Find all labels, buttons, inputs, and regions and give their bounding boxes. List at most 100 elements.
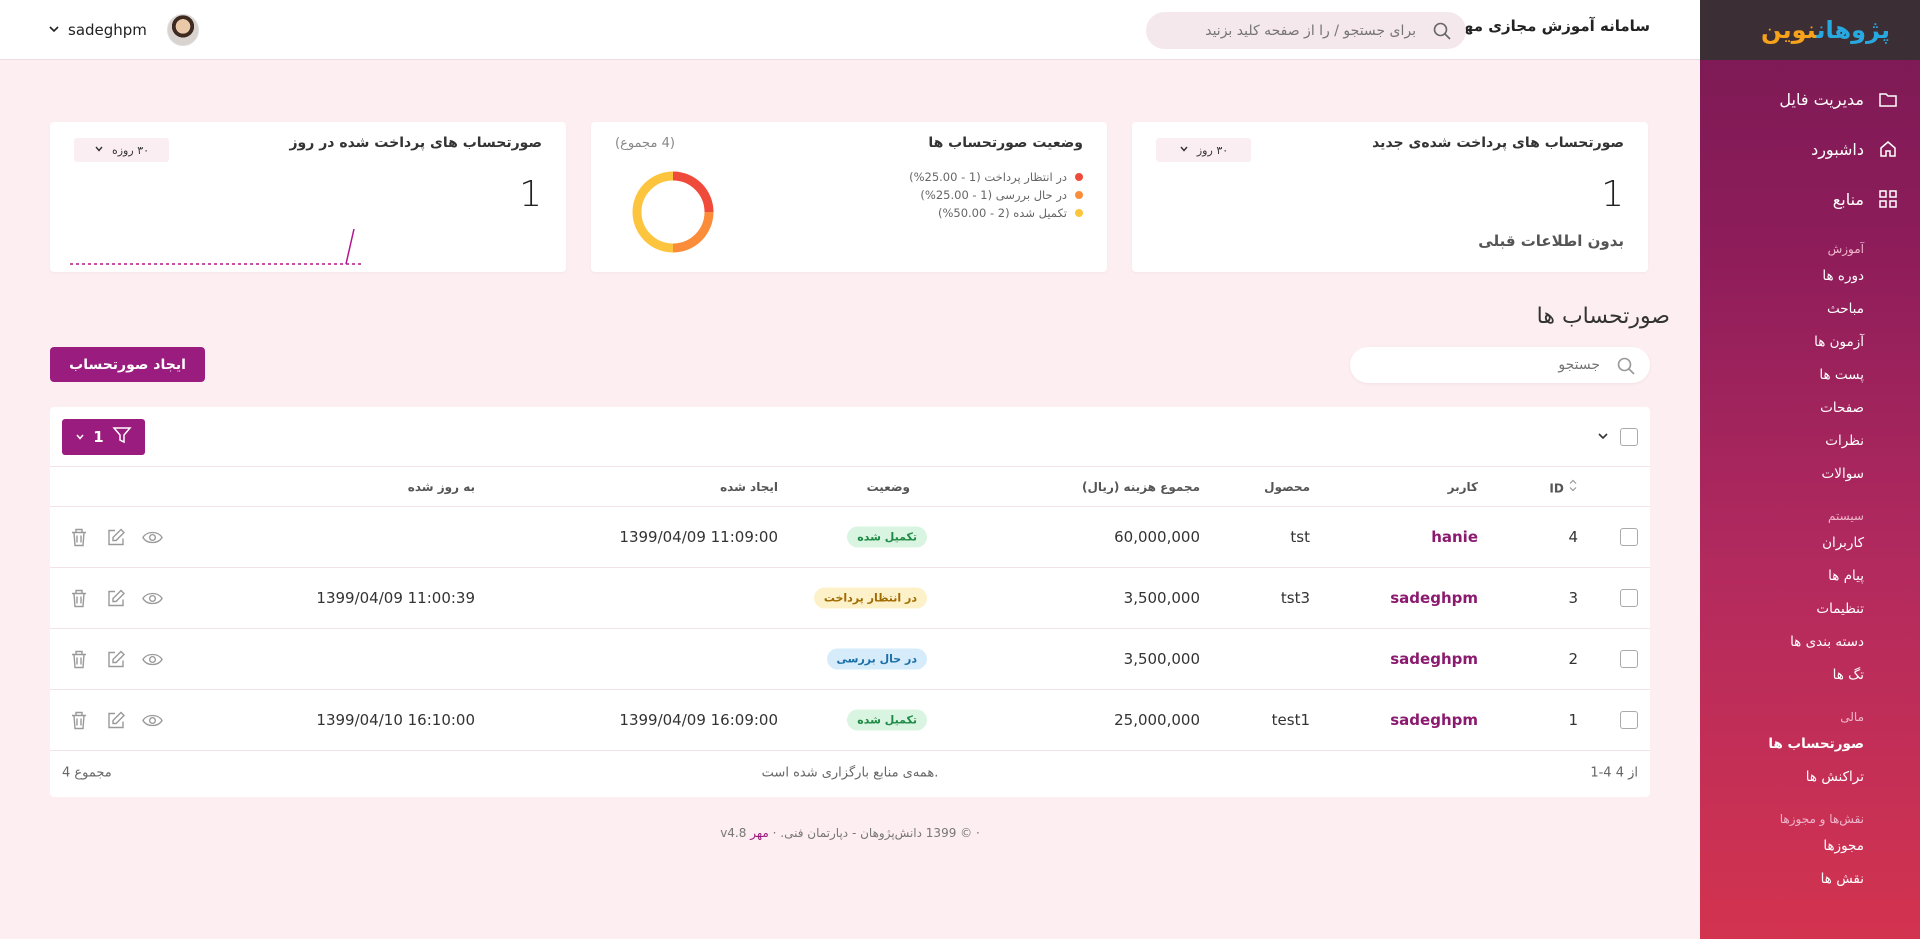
sidebar-item[interactable]: پیام ها (1700, 560, 1920, 593)
card-value: 1 (1601, 174, 1624, 215)
sidebar-item[interactable]: نظرات (1700, 425, 1920, 458)
filter-button[interactable]: 1 (62, 419, 145, 455)
cell-product: test1 (1271, 711, 1310, 729)
avatar (166, 14, 199, 46)
edit-icon[interactable] (105, 649, 126, 670)
edit-icon[interactable] (105, 527, 126, 548)
col-header-product[interactable]: محصول (1264, 480, 1310, 494)
sidebar-group-title: آموزش (1827, 242, 1864, 256)
search-icon[interactable] (1432, 21, 1452, 45)
top-header: سامانه آموزش مجازی مهر sadeghpm (0, 0, 1700, 60)
sidebar-item-label: مدیریت فایل (1779, 89, 1864, 109)
cell-created: 1399/04/09 11:09:00 (619, 528, 778, 546)
sidebar-item[interactable]: تنظیمات (1700, 593, 1920, 626)
col-header-id[interactable]: ID (1549, 478, 1578, 495)
logo[interactable]: پژوهاننوین (1700, 0, 1920, 60)
trash-icon[interactable] (68, 710, 89, 731)
sidebar-item[interactable]: صورتحساب ها (1700, 728, 1920, 761)
legend-dot (1075, 209, 1083, 217)
sidebar-item-label: منابع (1832, 189, 1864, 209)
page-footer: · © 1399 دانش‌پژوهان - دپارتمان فنی. · م… (0, 826, 1700, 840)
sidebar-group-title: نقش‌ها و مجوزها (1779, 812, 1864, 826)
sidebar-item[interactable]: مجوزها (1700, 830, 1920, 863)
edit-icon[interactable] (105, 588, 126, 609)
select-all-checkbox[interactable] (1620, 428, 1638, 446)
col-header-updated[interactable]: به روز شده (408, 480, 475, 494)
table-footer: 1-4 از 4 همه‌ی منابع بارگزاری شده است. م… (50, 751, 1650, 795)
period-label: ۳۰ روزه (111, 143, 150, 157)
col-header-user[interactable]: کاربر (1448, 480, 1478, 494)
trash-icon[interactable] (68, 588, 89, 609)
sidebar-main-menu: مدیریت فایل داشبورد منابع (1700, 74, 1920, 224)
row-actions (68, 588, 163, 609)
create-invoice-button[interactable]: ایجاد صورتحساب (50, 347, 205, 382)
col-header-created[interactable]: ایجاد شده (720, 480, 778, 494)
brand-link[interactable]: مهر (750, 826, 769, 840)
trash-icon[interactable] (68, 527, 89, 548)
sidebar-item[interactable]: تگ ها (1700, 659, 1920, 692)
sidebar-item-label: داشبورد (1811, 139, 1864, 159)
sidebar-item-folder[interactable]: مدیریت فایل (1700, 74, 1920, 124)
sidebar-item-home[interactable]: داشبورد (1700, 124, 1920, 174)
sidebar-item-grid[interactable]: منابع (1700, 174, 1920, 224)
row-checkbox[interactable] (1620, 650, 1638, 668)
cell-user-link[interactable]: sadeghpm (1390, 589, 1478, 607)
copyright: · © 1399 دانش‌پژوهان - دپارتمان فنی. (780, 826, 980, 840)
sidebar-item[interactable]: تراکنش ها (1700, 761, 1920, 794)
trash-icon[interactable] (68, 649, 89, 670)
cell-user-link[interactable]: hanie (1431, 528, 1478, 546)
row-checkbox[interactable] (1620, 528, 1638, 546)
donut-slice (632, 171, 674, 253)
sidebar-item[interactable]: صفحات (1700, 392, 1920, 425)
period-select[interactable]: ۳۰ روز (1156, 138, 1251, 162)
chevron-down-icon (75, 428, 85, 446)
period-label: ۳۰ روز (1196, 143, 1229, 157)
folder-icon (1878, 89, 1898, 109)
sparkline-chart (70, 228, 362, 265)
eye-icon[interactable] (142, 649, 163, 670)
sidebar-item[interactable]: دوره ها (1700, 260, 1920, 293)
row-checkbox[interactable] (1620, 589, 1638, 607)
bulk-actions-chevron-icon[interactable] (1596, 428, 1610, 447)
search-icon[interactable] (1616, 356, 1636, 380)
username: sadeghpm (68, 21, 147, 39)
status-badge: تکمیل شده (847, 526, 927, 548)
cell-user-link[interactable]: sadeghpm (1390, 650, 1478, 668)
eye-icon[interactable] (142, 710, 163, 731)
sidebar-item[interactable]: پست ها (1700, 359, 1920, 392)
global-search-input[interactable] (1146, 12, 1466, 49)
edit-icon[interactable] (105, 710, 126, 731)
cell-id: 1 (1568, 711, 1578, 729)
cell-total: 3,500,000 (1123, 650, 1200, 668)
user-menu[interactable]: sadeghpm (48, 14, 199, 46)
sidebar-item[interactable]: دسته بندی ها (1700, 626, 1920, 659)
cell-user-link[interactable]: sadeghpm (1390, 711, 1478, 729)
row-checkbox[interactable] (1620, 711, 1638, 729)
legend-item: در انتظار پرداخت (1 - 25.00%) (909, 168, 1083, 186)
global-search (1146, 12, 1466, 49)
pagination-range: 1-4 از 4 (1590, 765, 1638, 781)
cell-total: 3,500,000 (1123, 589, 1200, 607)
table-row: 4 hanie tst 60,000,000 تکمیل شده 1399/04/09 1… (50, 507, 1650, 568)
period-select[interactable]: ۳۰ روزه (74, 138, 169, 162)
home-icon (1878, 139, 1898, 159)
cell-total: 60,000,000 (1114, 528, 1200, 546)
donut-slice (672, 211, 714, 253)
page-title: صورتحساب ها (1536, 304, 1670, 329)
list-search-input[interactable] (1350, 347, 1650, 383)
sidebar-item[interactable]: نقش ها (1700, 863, 1920, 896)
load-status: همه‌ی منابع بارگزاری شده است. (761, 765, 939, 781)
app-title: سامانه آموزش مجازی مهر (1454, 17, 1651, 35)
sort-icon (1569, 479, 1577, 491)
eye-icon[interactable] (142, 527, 163, 548)
sidebar-item[interactable]: سوالات (1700, 458, 1920, 491)
col-header-total[interactable]: مجموع هزینه (ریال) (1082, 480, 1200, 494)
table-row: 2 sadeghpm 3,500,000 در حال بررسی (50, 629, 1650, 690)
sidebar-item[interactable]: آزمون ها (1700, 326, 1920, 359)
sidebar-item[interactable]: مباحث (1700, 293, 1920, 326)
col-header-status[interactable]: وضعیت (867, 480, 910, 494)
card-new-paid-invoices: صورتحساب های پرداخت شده‌ی جدید ۳۰ روز 1 … (1132, 122, 1648, 272)
eye-icon[interactable] (142, 588, 163, 609)
sidebar-item[interactable]: کاربران (1700, 527, 1920, 560)
donut-slice (672, 171, 714, 213)
